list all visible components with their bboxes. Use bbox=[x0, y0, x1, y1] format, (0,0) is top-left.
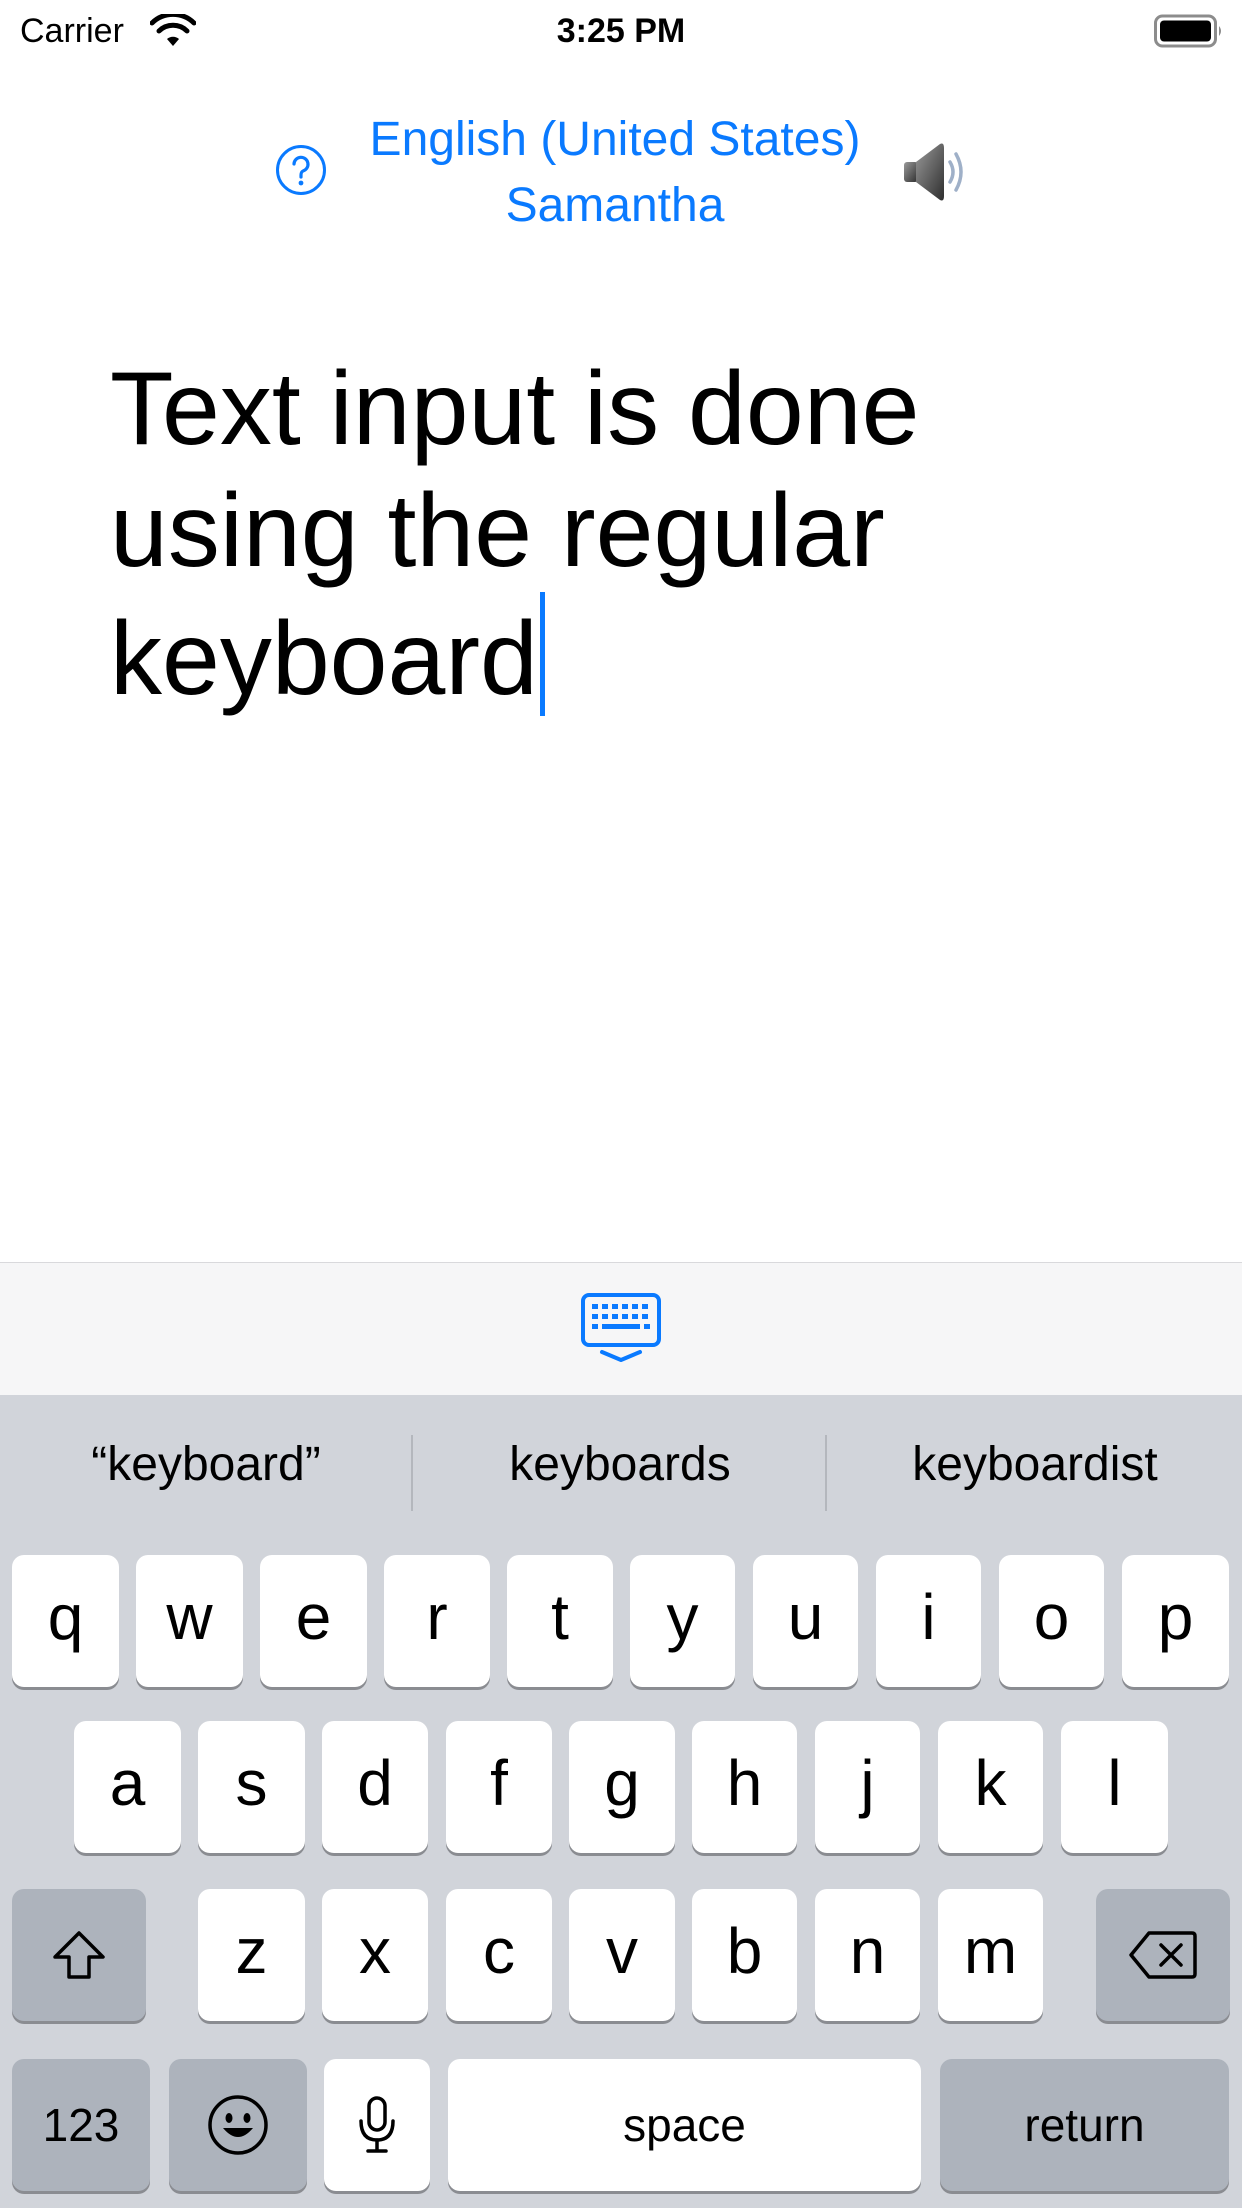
key-t[interactable]: t bbox=[507, 1555, 613, 1687]
keyboard-accessory-bar bbox=[0, 1262, 1242, 1396]
text-caret bbox=[539, 592, 545, 716]
suggestion-1[interactable]: “keyboard” bbox=[0, 1435, 412, 1495]
key-y[interactable]: y bbox=[630, 1555, 735, 1687]
key-n[interactable]: n bbox=[815, 1889, 920, 2021]
key-s[interactable]: s bbox=[198, 1721, 305, 1853]
suggestion-divider bbox=[825, 1435, 827, 1511]
key-f[interactable]: f bbox=[446, 1721, 552, 1853]
key-v[interactable]: v bbox=[569, 1889, 675, 2021]
status-bar: Carrier 3:25 PM bbox=[0, 0, 1242, 62]
key-u[interactable]: u bbox=[753, 1555, 858, 1687]
emoji-icon bbox=[208, 2095, 268, 2155]
speaker-icon[interactable] bbox=[900, 140, 972, 204]
suggestion-2[interactable]: keyboards bbox=[414, 1435, 826, 1495]
speech-text-input[interactable]: Text input is done using the regular key… bbox=[110, 348, 1110, 720]
key-j[interactable]: j bbox=[815, 1721, 920, 1853]
emoji-key[interactable] bbox=[169, 2059, 307, 2191]
speech-text-value: Text input is done using the regular key… bbox=[110, 351, 920, 717]
suggestion-divider bbox=[411, 1435, 413, 1511]
key-w[interactable]: w bbox=[136, 1555, 243, 1687]
voice-selector[interactable]: Samantha bbox=[330, 174, 900, 238]
microphone-key[interactable] bbox=[324, 2059, 430, 2191]
software-keyboard: “keyboard” keyboards keyboardist q w e r… bbox=[0, 1395, 1242, 2208]
shift-icon bbox=[53, 1931, 105, 1979]
key-x[interactable]: x bbox=[322, 1889, 428, 2021]
key-r[interactable]: r bbox=[384, 1555, 490, 1687]
shift-key[interactable] bbox=[12, 1889, 146, 2021]
key-z[interactable]: z bbox=[198, 1889, 305, 2021]
microphone-icon bbox=[359, 2096, 395, 2153]
key-l[interactable]: l bbox=[1061, 1721, 1168, 1853]
suggestion-3[interactable]: keyboardist bbox=[828, 1435, 1242, 1495]
key-c[interactable]: c bbox=[446, 1889, 552, 2021]
key-k[interactable]: k bbox=[938, 1721, 1043, 1853]
numbers-key[interactable]: 123 bbox=[12, 2059, 150, 2191]
battery-icon bbox=[1154, 14, 1221, 48]
status-time: 3:25 PM bbox=[556, 12, 686, 50]
key-d[interactable]: d bbox=[322, 1721, 428, 1853]
key-a[interactable]: a bbox=[74, 1721, 181, 1853]
delete-key[interactable] bbox=[1096, 1889, 1230, 2021]
keyboard-hide-icon[interactable] bbox=[580, 1292, 662, 1364]
key-m[interactable]: m bbox=[938, 1889, 1043, 2021]
key-q[interactable]: q bbox=[12, 1555, 119, 1687]
key-o[interactable]: o bbox=[999, 1555, 1104, 1687]
return-key[interactable]: return bbox=[940, 2059, 1229, 2191]
key-h[interactable]: h bbox=[692, 1721, 797, 1853]
key-g[interactable]: g bbox=[569, 1721, 675, 1853]
key-p[interactable]: p bbox=[1122, 1555, 1229, 1687]
key-b[interactable]: b bbox=[692, 1889, 797, 2021]
space-key[interactable]: space bbox=[448, 2059, 921, 2191]
key-e[interactable]: e bbox=[260, 1555, 367, 1687]
key-i[interactable]: i bbox=[876, 1555, 981, 1687]
language-selector[interactable]: English (United States) bbox=[330, 108, 900, 172]
delete-icon bbox=[1129, 1931, 1197, 1979]
question-circle-icon[interactable] bbox=[275, 144, 327, 196]
